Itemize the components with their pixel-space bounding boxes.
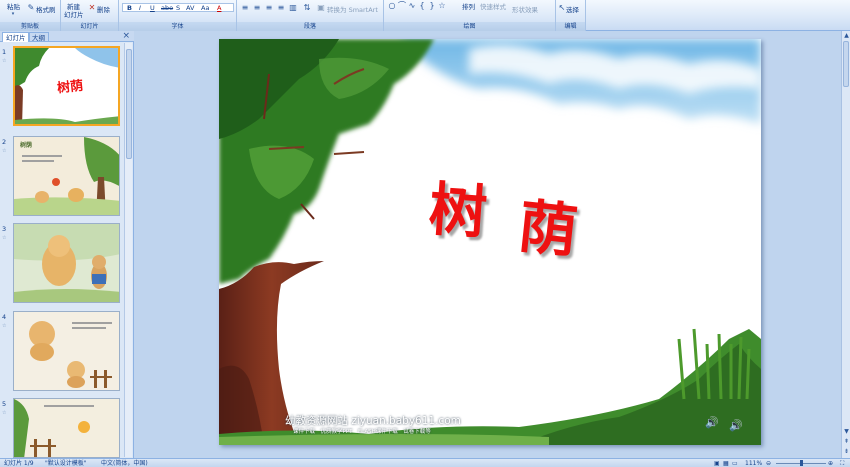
paragraph-group: ≡ ≡ ≡ ≡ ▥ ⇅ ▣ 转换为 SmartArt 段落: [237, 0, 384, 31]
animation-icon: ☆: [2, 323, 7, 329]
fit-window-icon[interactable]: ⛶: [840, 459, 844, 467]
editing-group: ↖ 选择 编辑: [556, 0, 586, 31]
title-char-1: 树: [426, 175, 490, 247]
slide-thumbnail-2[interactable]: 树荫: [13, 136, 120, 216]
thumbnail-title: 树荫: [20, 142, 33, 149]
thumbnail-5-art: [14, 399, 119, 457]
quick-styles-button[interactable]: 快速样式: [480, 1, 506, 11]
slides-group: 新建 幻灯片 ✕ 删除 幻灯片: [61, 0, 119, 31]
speaker-icon[interactable]: 🔊: [729, 419, 743, 432]
thumbnail-number: 2: [2, 138, 7, 146]
align-left-icon[interactable]: ≡: [241, 4, 249, 12]
thumbnail-number: 4: [2, 313, 7, 321]
thumbnail-number: 3: [2, 225, 7, 233]
text-direction-icon[interactable]: ⇅: [303, 4, 311, 12]
clipboard-group: 粘贴 ▾ ✎ 格式刷 剪贴板: [0, 0, 61, 31]
slide-thumbnail-1[interactable]: 树荫: [13, 46, 120, 126]
justify-icon[interactable]: ≡: [277, 4, 285, 12]
sorter-view-icon[interactable]: ▦: [723, 459, 729, 467]
status-bar: 幻灯片 1/9 "默认设计模板" 中文(简体，中国) ▣ ▦ ▭ 111% ⊖ …: [0, 458, 850, 467]
slides-group-label: 幻灯片: [61, 22, 118, 31]
animation-icon: ☆: [2, 235, 7, 241]
animation-icon: ☆: [2, 148, 7, 154]
new-slide-button[interactable]: 幻灯片: [64, 9, 84, 19]
strikethrough-button[interactable]: abe: [161, 4, 173, 12]
font-color-button[interactable]: A: [217, 4, 221, 12]
change-case-button[interactable]: Aa: [201, 4, 209, 12]
font-group: B I U abe S AV Aa A 字体: [119, 0, 237, 31]
underline-button[interactable]: U: [150, 4, 155, 12]
shape-curve-icon[interactable]: ∿: [408, 2, 416, 10]
scrollbar-thumb[interactable]: [126, 49, 132, 159]
theme-name: "默认设计模板": [45, 460, 87, 467]
previous-slide-icon[interactable]: ⇞: [842, 437, 850, 446]
slide-counter: 幻灯片 1/9: [4, 460, 34, 467]
zoom-slider-thumb[interactable]: [800, 460, 803, 466]
arrange-button[interactable]: 排列: [462, 1, 475, 11]
convert-smartart-button[interactable]: 转换为 SmartArt: [327, 4, 378, 14]
language-indicator: 中文(简体，中国): [101, 460, 148, 467]
slide-canvas[interactable]: 树 荫 幼教资源网站 ziyuan.baby611.com 课件下载 优质教学P…: [219, 39, 761, 445]
font-group-label: 字体: [119, 22, 236, 31]
drawing-group-label: 绘图: [384, 22, 555, 31]
align-center-icon[interactable]: ≡: [253, 4, 261, 12]
site-watermark: 幼教资源网站 ziyuan.baby611.com: [285, 415, 461, 427]
tab-slides[interactable]: 幻灯片: [2, 32, 30, 42]
thumbnail-number: 5: [2, 400, 7, 408]
shape-brace-right-icon[interactable]: }: [428, 2, 436, 10]
editing-group-label: 编辑: [556, 22, 585, 31]
smartart-icon: ▣: [317, 3, 325, 12]
zoom-level[interactable]: 111%: [745, 459, 762, 467]
delete-button[interactable]: 删除: [97, 4, 110, 14]
delete-icon: ✕: [88, 3, 96, 12]
format-painter-button[interactable]: 格式刷: [36, 4, 56, 14]
bold-button[interactable]: B: [127, 4, 132, 12]
title-char-2: 荫: [515, 192, 581, 266]
thumbnails-scrollbar[interactable]: [124, 43, 132, 457]
slide-thumbnail-4[interactable]: [13, 311, 120, 391]
shape-arc-icon[interactable]: ⌒: [398, 2, 406, 10]
select-icon: ↖: [558, 3, 566, 12]
scrollbar-thumb[interactable]: [843, 41, 849, 87]
animation-icon: ☆: [2, 58, 7, 64]
paragraph-group-label: 段落: [237, 22, 383, 31]
site-watermark-sub: 课件下载 优质教学PPT FLASH课件下载 试卷下载等: [293, 429, 431, 435]
shape-brace-left-icon[interactable]: {: [418, 2, 426, 10]
scroll-down-icon[interactable]: ▼: [842, 427, 850, 436]
close-icon[interactable]: ×: [122, 31, 130, 42]
slides-panel: 幻灯片 大纲 × 1 ☆ 树荫 2 ☆ 树荫 3 ☆ 4 ☆ 5 ☆: [0, 31, 134, 458]
format-painter-icon: ✎: [27, 3, 35, 12]
slide-scrollbar[interactable]: ▲ ▼ ⇞ ⇟: [841, 31, 850, 458]
shadow-button[interactable]: S: [176, 4, 180, 12]
slide-thumbnail-5[interactable]: [13, 398, 120, 458]
shape-star-icon[interactable]: ☆: [438, 2, 446, 10]
thumbnail-4-art: [14, 312, 119, 390]
shape-effects-button[interactable]: 形状效果: [512, 4, 538, 14]
italic-button[interactable]: I: [139, 4, 141, 12]
shape-oval-icon[interactable]: ○: [388, 2, 396, 10]
ribbon: 粘贴 ▾ ✎ 格式刷 剪贴板 新建 幻灯片 ✕ 删除 幻灯片 B I U abe…: [0, 0, 850, 31]
columns-icon[interactable]: ▥: [289, 4, 297, 12]
animation-icon: ☆: [2, 410, 7, 416]
thumbnail-3-art: [14, 224, 119, 302]
slideshow-view-icon[interactable]: ▭: [732, 459, 738, 467]
clipboard-group-label: 剪贴板: [0, 22, 60, 31]
drawing-group: ○ ⌒ ∿ { } ☆ 排列 快速样式 形状效果 绘图: [384, 0, 556, 31]
normal-view-icon[interactable]: ▣: [714, 459, 720, 467]
chevron-down-icon[interactable]: ▾: [9, 10, 17, 18]
align-right-icon[interactable]: ≡: [265, 4, 273, 12]
next-slide-icon[interactable]: ⇟: [842, 447, 850, 456]
thumbnail-title: 树荫: [56, 78, 84, 97]
speaker-icon[interactable]: 🔊: [705, 416, 719, 429]
zoom-in-icon[interactable]: ⊕: [828, 459, 833, 467]
panel-tabs: 幻灯片 大纲 ×: [0, 31, 134, 42]
zoom-out-icon[interactable]: ⊖: [766, 459, 771, 467]
slide-thumbnail-3[interactable]: [13, 223, 120, 303]
char-spacing-button[interactable]: AV: [186, 4, 194, 12]
scroll-up-icon[interactable]: ▲: [842, 31, 850, 40]
thumbnail-number: 1: [2, 48, 7, 56]
slide-title[interactable]: 树 荫: [426, 175, 609, 282]
tab-outline[interactable]: 大纲: [28, 32, 49, 42]
select-button[interactable]: 选择: [566, 4, 579, 14]
